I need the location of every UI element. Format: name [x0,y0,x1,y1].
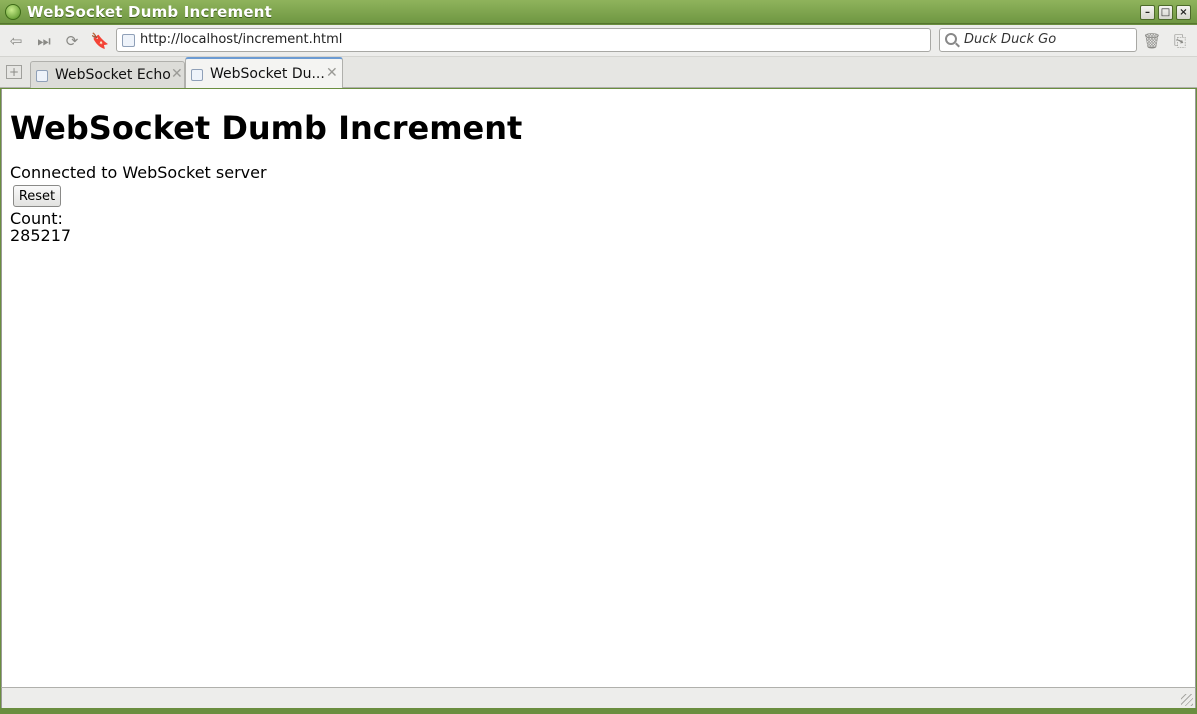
bookmark-icon[interactable]: 🔖 [90,31,110,51]
search-input[interactable]: Duck Duck Go [939,28,1137,52]
minimize-button[interactable]: – [1140,5,1155,20]
app-leaf-icon [5,4,21,20]
page-favicon-icon [122,34,135,47]
search-icon [945,33,957,45]
close-tab-icon[interactable]: ✕ [326,65,338,81]
title-bar[interactable]: WebSocket Dumb Increment – □ × [0,0,1197,24]
connection-status: Connected to WebSocket server [10,163,267,182]
tab-label: WebSocket Echo [55,67,171,83]
tab-bar: + WebSocket Echo ✕ WebSocket Du... ✕ [0,57,1197,88]
address-bar[interactable]: http://localhost/increment.html [116,28,931,52]
trash-icon[interactable]: 🗑 [1142,31,1162,51]
back-arrow-icon[interactable]: ⇦ [6,31,26,51]
resize-grip-icon[interactable] [1181,694,1193,706]
reload-icon[interactable]: ⟳ [62,31,82,51]
browser-window: WebSocket Dumb Increment – □ × ⇦ ⏭ ⟳ 🔖 h… [0,0,1197,714]
url-text: http://localhost/increment.html [140,32,343,47]
page-heading: WebSocket Dumb Increment [10,109,523,147]
search-placeholder: Duck Duck Go [964,32,1057,47]
navigation-toolbar: ⇦ ⏭ ⟳ 🔖 http://localhost/increment.html … [0,25,1197,57]
window-title: WebSocket Dumb Increment [27,3,272,21]
forward-icon[interactable]: ⏭ [34,31,54,51]
page-content: WebSocket Dumb Increment Connected to We… [1,89,1196,687]
close-window-button[interactable]: × [1176,5,1191,20]
tab-label: WebSocket Du... [210,66,325,82]
count-value: 285217 [10,226,72,245]
tab-favicon-icon [191,69,203,81]
status-bar [1,687,1196,708]
reset-button[interactable]: Reset [13,185,61,207]
maximize-button[interactable]: □ [1158,5,1173,20]
new-tab-button[interactable]: + [6,65,22,79]
tab-websocket-dumb-increment[interactable]: WebSocket Du... ✕ [185,57,343,88]
close-tab-icon[interactable]: ✕ [171,66,183,82]
tab-websocket-echo[interactable]: WebSocket Echo ✕ [30,61,185,88]
page-info-icon[interactable]: ⎘ [1170,31,1190,51]
tab-favicon-icon [36,70,48,82]
